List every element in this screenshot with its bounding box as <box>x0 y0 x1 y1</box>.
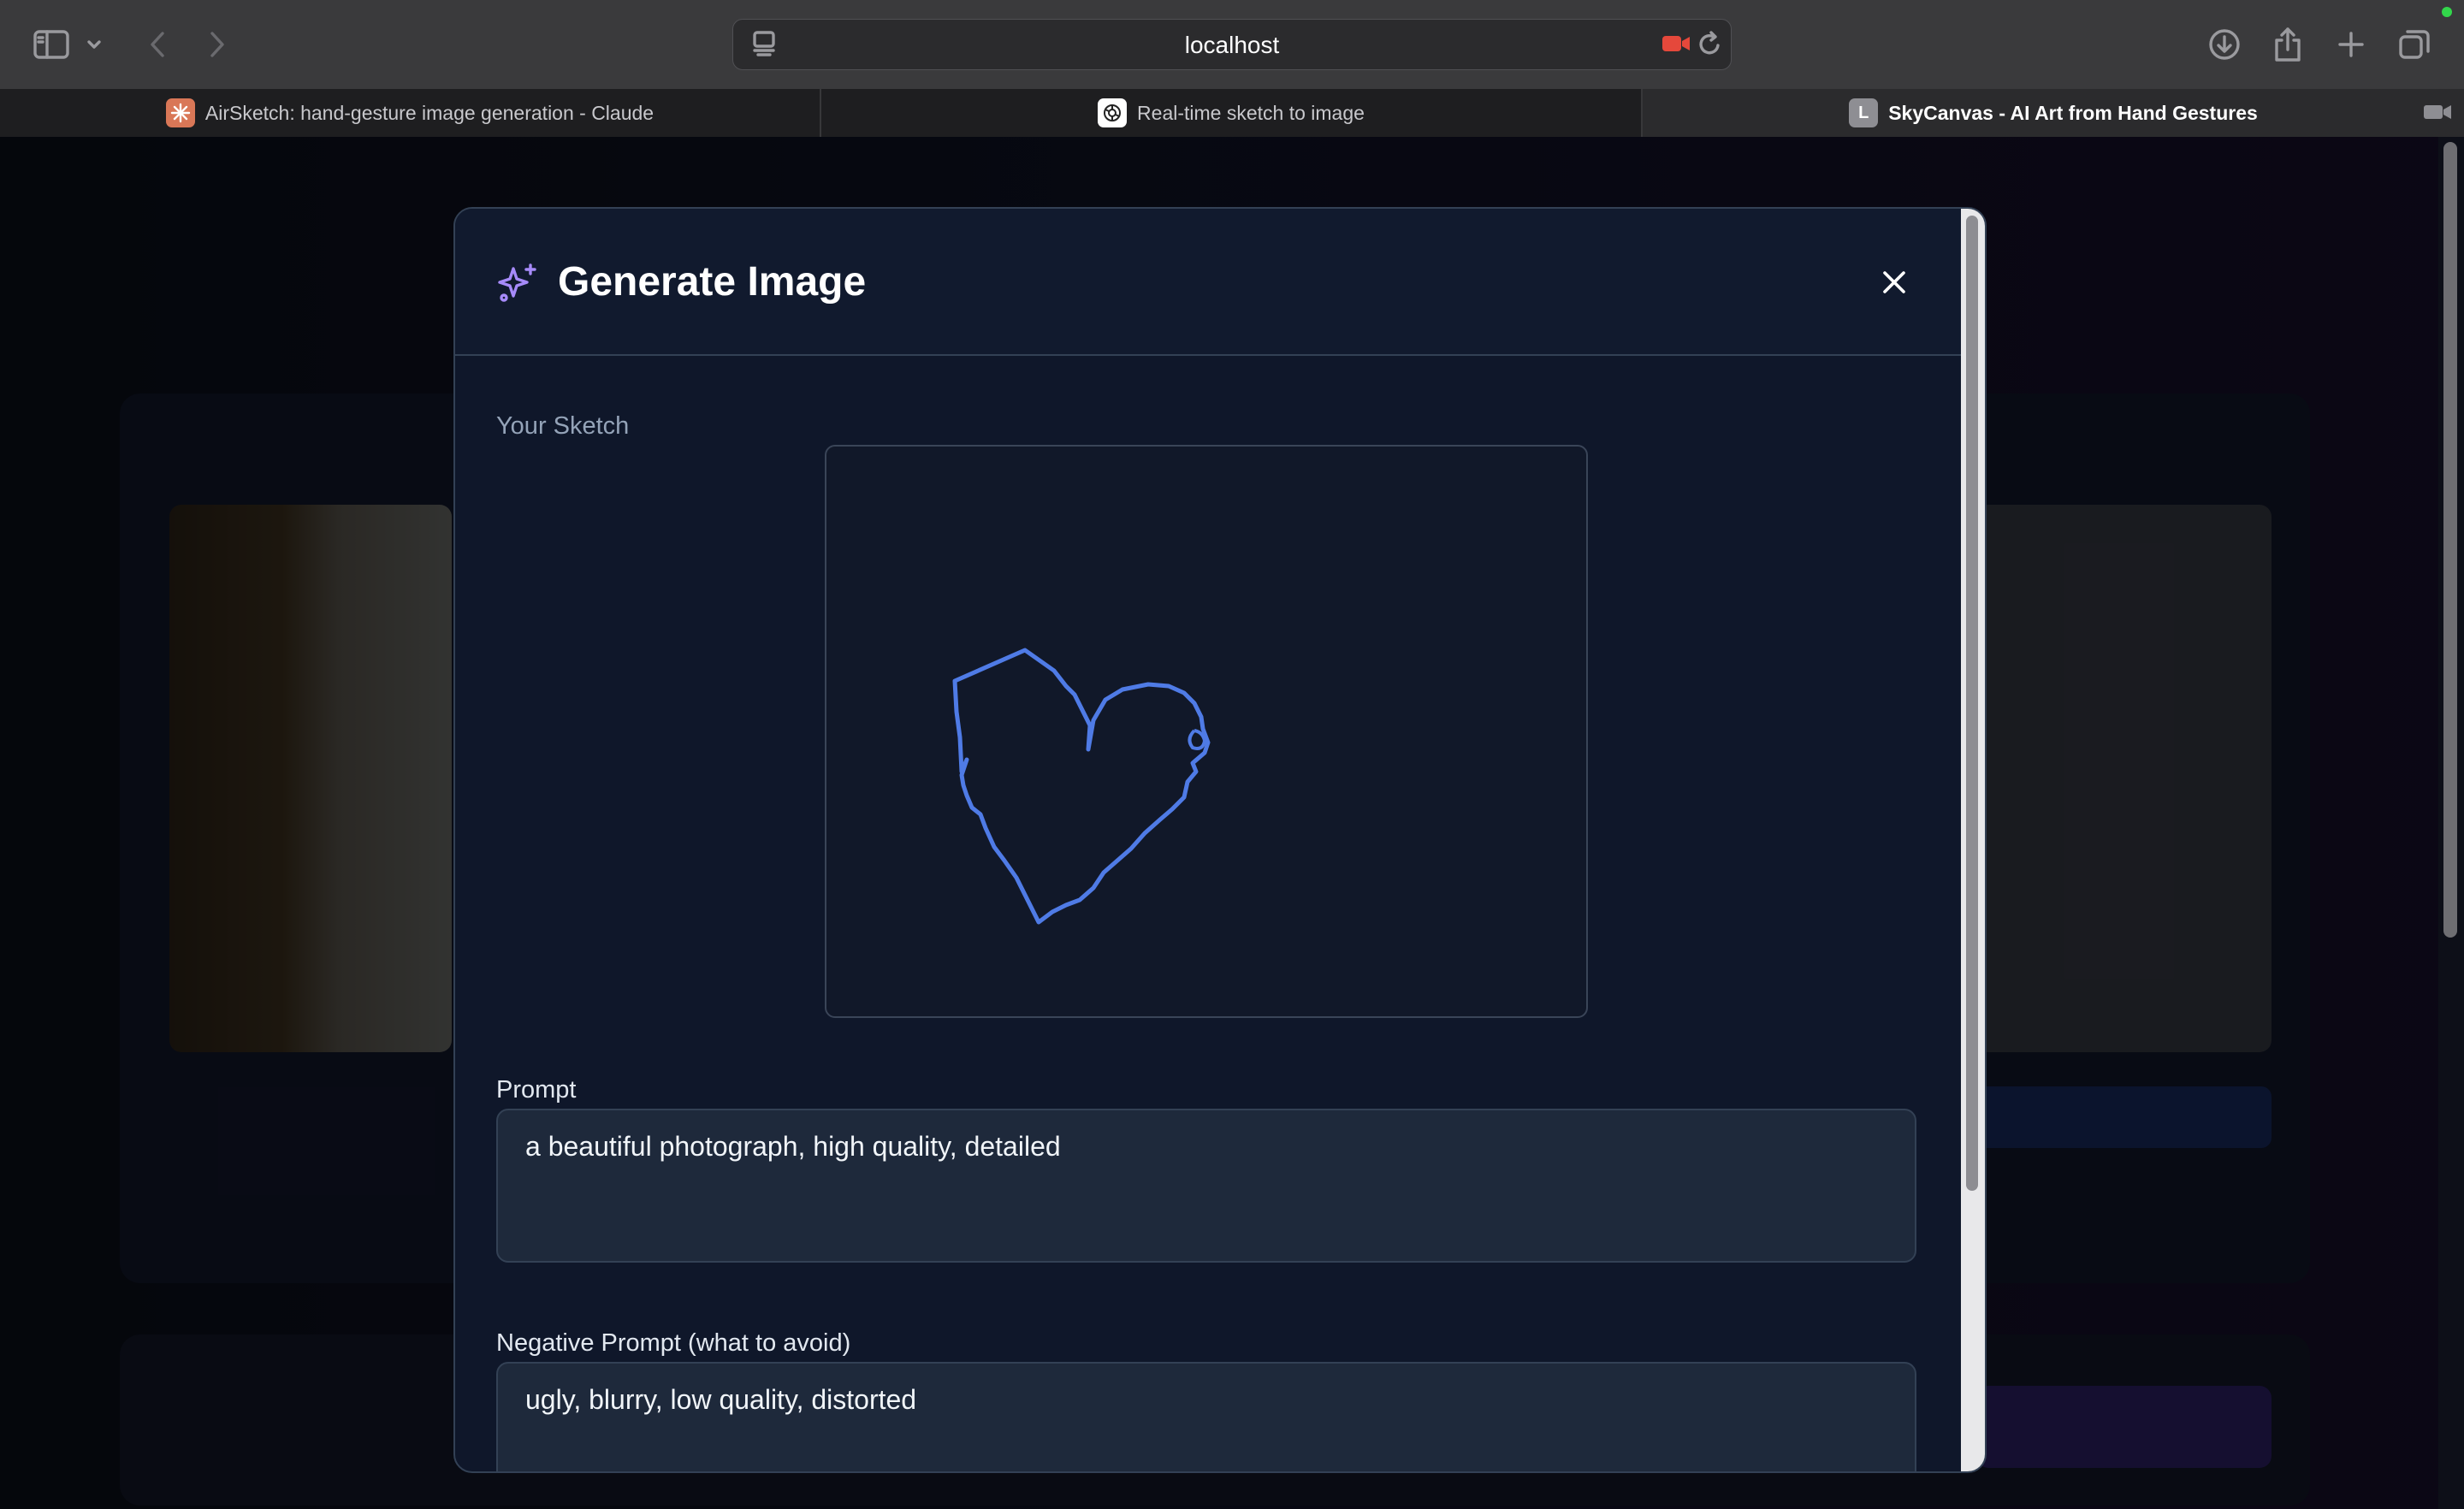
negative-prompt-label: Negative Prompt (what to avoid) <box>496 1329 851 1357</box>
back-arrow-icon[interactable] <box>133 21 181 68</box>
chevron-down-icon[interactable] <box>77 21 111 68</box>
sketch-label: Your Sketch <box>496 412 630 440</box>
tab-airsketch-claude[interactable]: AirSketch: hand-gesture image generation… <box>0 89 821 137</box>
browser-toolbar: localhost <box>0 0 2464 90</box>
address-bar[interactable]: localhost <box>732 19 1732 70</box>
tab-camera-icon <box>2423 103 2452 127</box>
claude-icon <box>165 98 195 127</box>
share-icon[interactable] <box>2264 21 2312 68</box>
camera-in-use-icon[interactable] <box>1659 20 1693 68</box>
close-icon <box>1883 271 1905 293</box>
sparkle-icon <box>498 263 536 302</box>
modal-header: Generate Image <box>455 209 1961 356</box>
reload-icon[interactable] <box>1693 20 1727 68</box>
tab-realtime-sketch[interactable]: Real-time sketch to image <box>821 89 1643 137</box>
tab-overview-icon[interactable] <box>2390 21 2438 68</box>
prompt-label: Prompt <box>496 1076 577 1104</box>
recording-indicator <box>2442 7 2452 17</box>
modal-title: Generate Image <box>558 259 867 305</box>
generate-image-modal: Generate Image Your Sketch Prompt a beau… <box>453 207 1987 1473</box>
tab-bar: AirSketch: hand-gesture image generation… <box>0 89 2464 138</box>
openai-icon <box>1098 98 1128 127</box>
prompt-input[interactable]: a beautiful photograph, high quality, de… <box>496 1109 1916 1263</box>
modal-scrollbar[interactable] <box>1961 209 1985 1471</box>
modal-body: Your Sketch Prompt a beautiful photograp… <box>455 356 1961 1471</box>
heart-sketch-image <box>952 648 1211 925</box>
forward-arrow-icon[interactable] <box>193 21 241 68</box>
new-tab-icon[interactable] <box>2327 21 2375 68</box>
downloads-icon[interactable] <box>2200 21 2248 68</box>
tab-title: AirSketch: hand-gesture image generation… <box>204 101 654 124</box>
tab-title: SkyCanvas - AI Art from Hand Gestures <box>1888 101 2258 124</box>
close-button[interactable] <box>1872 260 1916 305</box>
sketch-preview <box>825 445 1588 1018</box>
letter-favicon: L <box>1849 98 1879 127</box>
negative-prompt-input[interactable]: ugly, blurry, low quality, distorted <box>496 1362 1916 1471</box>
tab-title: Real-time sketch to image <box>1137 101 1365 124</box>
tab-skycanvas[interactable]: L SkyCanvas - AI Art from Hand Gestures <box>1643 89 2464 137</box>
url-text: localhost <box>1184 32 1280 58</box>
sidebar-toggle-icon[interactable] <box>27 21 75 68</box>
page-scrollbar[interactable] <box>2438 137 2464 1509</box>
